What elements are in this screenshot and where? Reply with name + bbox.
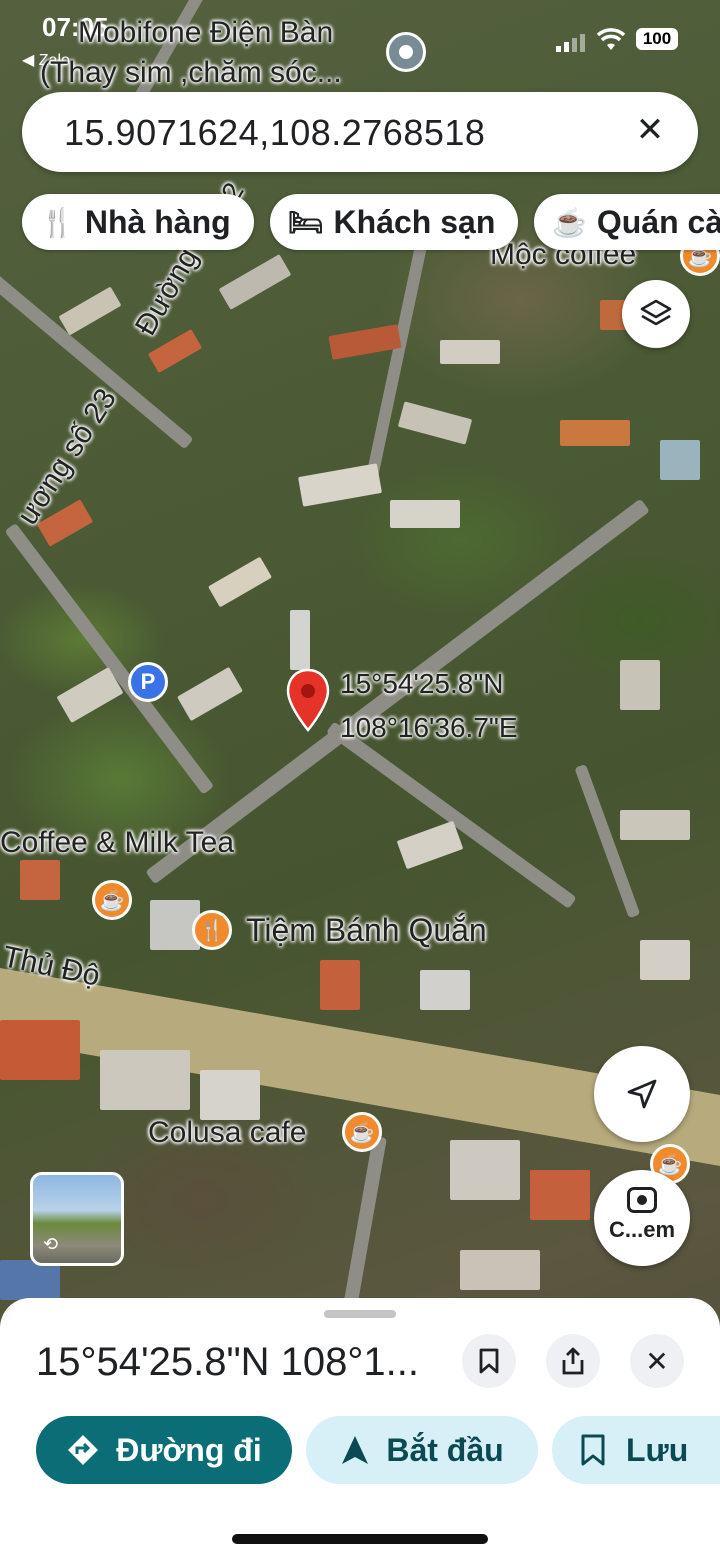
back-arrow-icon: ◀ bbox=[22, 52, 35, 69]
chip-hotels[interactable]: 🛏 Khách sạn bbox=[270, 194, 518, 250]
save-button[interactable]: Lưu bbox=[552, 1416, 720, 1484]
building bbox=[0, 1260, 60, 1300]
street-view-thumbnail[interactable]: ⟲ bbox=[30, 1172, 124, 1266]
place-pin-icon[interactable] bbox=[386, 32, 426, 72]
map-road bbox=[4, 522, 215, 795]
building bbox=[396, 820, 464, 870]
restaurant-icon: 🍴 bbox=[40, 206, 75, 238]
building bbox=[420, 970, 470, 1010]
pin-longitude-label: 108°16'36.7"E bbox=[340, 712, 518, 743]
start-navigation-button[interactable]: Bắt đầu bbox=[306, 1416, 538, 1484]
map-label-colusa[interactable]: Colusa cafe bbox=[148, 1116, 306, 1150]
save-label: Lưu bbox=[626, 1431, 689, 1468]
building bbox=[620, 660, 660, 710]
location-pin-icon[interactable] bbox=[286, 668, 330, 734]
bookmark-button[interactable] bbox=[462, 1334, 516, 1388]
battery-icon: 100 bbox=[636, 28, 678, 50]
chip-cafes[interactable]: ☕ Quán cà bbox=[534, 194, 720, 250]
cafe-icon: ☕ bbox=[552, 206, 587, 238]
close-sheet-button[interactable]: ✕ bbox=[630, 1334, 684, 1388]
camera-search-label: C...em bbox=[608, 1217, 676, 1242]
building bbox=[58, 286, 122, 336]
building bbox=[56, 667, 124, 723]
home-indicator[interactable] bbox=[232, 1534, 488, 1544]
building bbox=[530, 1170, 590, 1220]
map-label-coffee-milk-tea[interactable]: Coffee & Milk Tea bbox=[0, 826, 234, 860]
chip-label: Khách sạn bbox=[333, 203, 496, 240]
building bbox=[177, 666, 243, 722]
bookmark-icon bbox=[581, 1434, 605, 1466]
building bbox=[208, 556, 272, 608]
bookmark-icon bbox=[479, 1348, 499, 1374]
building bbox=[620, 810, 690, 840]
camera-search-button[interactable]: C...em bbox=[594, 1170, 690, 1266]
map-road bbox=[574, 763, 641, 919]
navigation-icon bbox=[342, 1436, 369, 1464]
sheet-drag-handle[interactable] bbox=[324, 1310, 396, 1318]
my-location-button[interactable] bbox=[594, 1046, 690, 1142]
chip-label: Nhà hàng bbox=[84, 203, 231, 240]
directions-icon bbox=[68, 1435, 99, 1465]
close-icon: ✕ bbox=[645, 1345, 669, 1377]
chip-restaurants[interactable]: 🍴 Nhà hàng bbox=[22, 194, 254, 250]
building bbox=[218, 254, 292, 310]
building bbox=[298, 463, 382, 507]
map-road bbox=[325, 721, 577, 909]
building bbox=[320, 960, 360, 1010]
close-icon[interactable]: ✕ bbox=[630, 110, 670, 150]
place-label-line1[interactable]: Mobifone Điện Bàn bbox=[78, 16, 333, 50]
building bbox=[440, 340, 500, 364]
rotate-360-icon: ⟲ bbox=[43, 1234, 59, 1254]
map-road bbox=[364, 230, 430, 488]
building bbox=[450, 1140, 520, 1200]
share-button[interactable] bbox=[546, 1334, 600, 1388]
map-label-tiem-banh[interactable]: Tiệm Bánh Quắn bbox=[246, 912, 487, 949]
hotel-icon: 🛏 bbox=[288, 206, 324, 238]
start-label: Bắt đầu bbox=[386, 1431, 504, 1468]
building bbox=[397, 401, 473, 445]
camera-lens-icon bbox=[627, 1187, 657, 1213]
sheet-title: 15°54'25.8"N 108°1... bbox=[36, 1340, 419, 1384]
cafe-poi-icon[interactable]: ☕ bbox=[342, 1112, 382, 1152]
directions-button[interactable]: Đường đi bbox=[36, 1416, 292, 1484]
building bbox=[200, 1070, 260, 1120]
signal-icon bbox=[556, 32, 586, 52]
building bbox=[100, 1050, 190, 1110]
search-query[interactable]: 15.9071624,108.2768518 bbox=[64, 112, 485, 154]
share-icon bbox=[562, 1347, 584, 1375]
building bbox=[660, 440, 700, 480]
battery-level: 100 bbox=[642, 29, 672, 48]
building bbox=[0, 1020, 80, 1080]
pin-latitude-label: 15°54'25.8"N bbox=[340, 668, 504, 699]
building bbox=[560, 420, 630, 446]
building bbox=[640, 940, 690, 980]
chip-label: Quán cà bbox=[596, 203, 720, 240]
building bbox=[460, 1250, 540, 1290]
layers-icon bbox=[640, 299, 672, 326]
wifi-icon bbox=[596, 28, 626, 50]
building bbox=[390, 500, 460, 528]
restaurant-poi-icon[interactable]: 🍴 bbox=[192, 910, 232, 950]
map-road bbox=[341, 1135, 387, 1316]
building bbox=[328, 324, 402, 360]
parking-icon[interactable]: P bbox=[128, 662, 168, 702]
building bbox=[20, 860, 60, 900]
place-label-line2[interactable]: (Thay sim ,chăm sóc... bbox=[40, 56, 342, 90]
layers-button[interactable] bbox=[622, 280, 690, 348]
cafe-poi-icon[interactable]: ☕ bbox=[92, 880, 132, 920]
navigation-arrow-icon bbox=[627, 1079, 657, 1109]
building bbox=[290, 610, 310, 670]
directions-label: Đường đi bbox=[116, 1431, 262, 1468]
search-box[interactable]: 15.9071624,108.2768518 ✕ bbox=[22, 92, 698, 172]
